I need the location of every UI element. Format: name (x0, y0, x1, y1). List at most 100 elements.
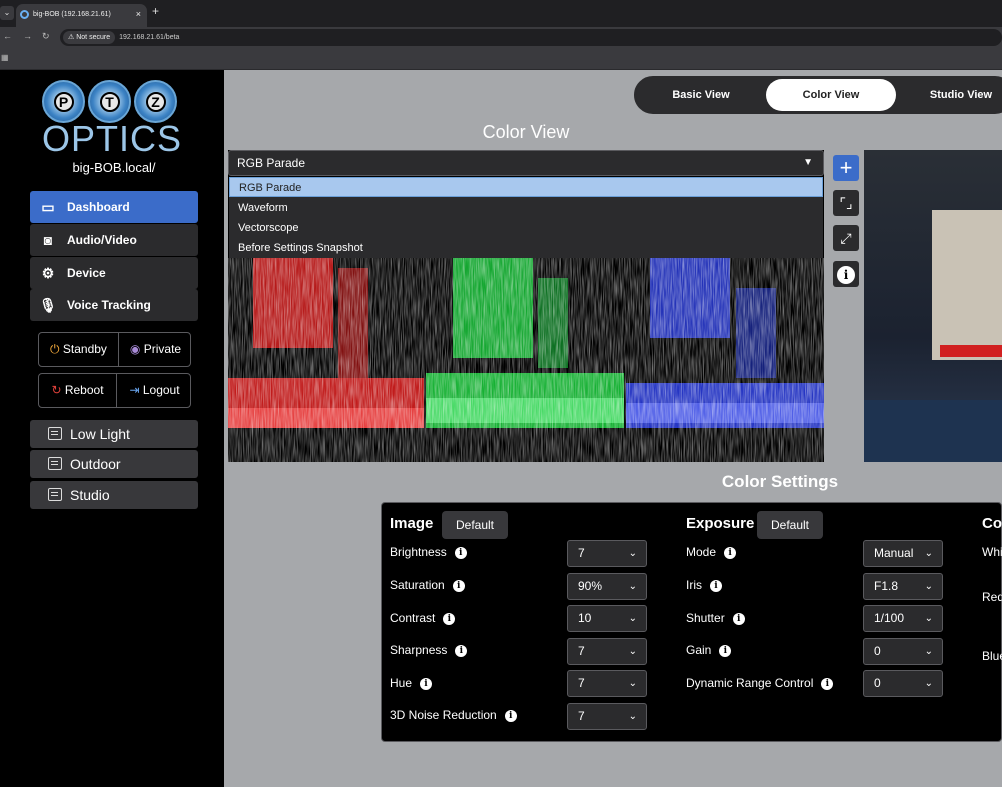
forward-icon[interactable]: → (23, 31, 32, 41)
expand-icon[interactable]: ⤢ (833, 225, 859, 251)
info-icon[interactable]: i (710, 579, 722, 592)
chevron-down-icon: ⌄ (628, 581, 637, 592)
exposure-default-button[interactable]: Default (757, 511, 823, 539)
iris-select[interactable]: F1.8 ⌄ (863, 573, 943, 600)
contrast-select[interactable]: 10 ⌄ (567, 605, 647, 632)
drc-select[interactable]: 0 ⌄ (863, 670, 943, 697)
tab-close-icon[interactable]: × (136, 4, 141, 25)
chevron-down-icon: ⌄ (924, 613, 933, 624)
mode-select[interactable]: Manual ⌄ (863, 540, 943, 567)
select-value: Manual (874, 546, 914, 560)
new-tab-icon[interactable]: + (152, 4, 159, 18)
saturation-select[interactable]: 90% ⌄ (567, 573, 647, 600)
sharpness-label: Sharpness i (390, 643, 468, 657)
add-icon[interactable]: + (833, 155, 859, 181)
preset-label: Outdoor (70, 456, 121, 472)
gain-select[interactable]: 0 ⌄ (863, 638, 943, 665)
scope-option-snapshot[interactable]: Before Settings Snapshot (229, 238, 823, 258)
contrast-label: Contrast i (390, 611, 456, 625)
chevron-down-icon: ⌄ (628, 678, 637, 689)
address-field[interactable]: ⚠ Not secure 192.168.21.61/beta (60, 29, 1002, 46)
label-text: Mode (686, 545, 717, 559)
reboot-icon: ↻ (51, 383, 62, 397)
saturation-label: Saturation i (390, 578, 465, 592)
info-icon[interactable]: i (724, 546, 737, 559)
chevron-down-icon: ⌄ (628, 548, 637, 559)
rgb-parade-scope (228, 258, 824, 462)
chevron-down-icon: ⌄ (924, 678, 933, 689)
security-text: Not secure (76, 34, 111, 41)
label-text: Gain (686, 643, 712, 657)
sidebar-item-device[interactable]: ⚙ Device (30, 257, 198, 289)
back-icon[interactable]: ← (3, 31, 12, 41)
noise-reduction-select[interactable]: 7 ⌄ (567, 703, 647, 730)
scope-type-select[interactable]: RGB Parade ▼ (228, 150, 824, 176)
select-value: 7 (578, 644, 585, 658)
logout-icon: ⇥ (129, 383, 140, 397)
select-value: F1.8 (874, 579, 899, 593)
scope-option-vectorscope[interactable]: Vectorscope (229, 218, 823, 238)
list-icon (48, 427, 62, 440)
microphone-icon: 🎙 (39, 297, 57, 313)
label-text: Brightness (390, 545, 447, 559)
security-badge[interactable]: ⚠ Not secure (63, 31, 116, 44)
sharpness-select[interactable]: 7 ⌄ (567, 638, 647, 665)
chevron-down-icon: ⌄ (628, 613, 637, 624)
sidebar-item-dashboard[interactable]: ▭ Dashboard (30, 191, 198, 223)
private-button[interactable]: ◉ Private (119, 333, 192, 366)
shutter-select[interactable]: 1/100 ⌄ (863, 605, 943, 632)
info-icon[interactable]: i (732, 612, 745, 625)
info-icon[interactable]: i (443, 612, 456, 625)
basic-view-button[interactable]: Basic View (638, 79, 764, 111)
gear-icon: ⚙ (41, 265, 55, 281)
logo-letter: P (53, 91, 74, 112)
color-section-title: Co (982, 515, 1002, 532)
info-icon[interactable]: i (719, 644, 732, 657)
list-icon (48, 457, 62, 470)
private-label: Private (143, 342, 182, 356)
shutter-label: Shutter i (686, 611, 745, 625)
label-text: 3D Noise Reduction (390, 708, 497, 722)
standby-button[interactable]: ⏻ Standby (39, 333, 118, 366)
preset-studio[interactable]: Studio (30, 481, 198, 509)
label-text: Sharpness (390, 643, 448, 657)
label-text: Shutter (686, 611, 725, 625)
preset-low-light[interactable]: Low Light (30, 420, 198, 448)
select-value: 7 (578, 676, 585, 690)
info-icon[interactable]: i (454, 546, 467, 559)
blue-gain-label: Blue (982, 649, 1002, 663)
scope-option-rgb-parade[interactable]: RGB Parade (229, 177, 823, 197)
white-balance-label: Whi (982, 545, 1002, 559)
studio-view-button[interactable]: Studio View (898, 79, 1002, 111)
reboot-button[interactable]: ↻ Reboot (39, 374, 116, 407)
brightness-select[interactable]: 7 ⌄ (567, 540, 647, 567)
info-icon[interactable]: i (833, 261, 859, 287)
color-view-button[interactable]: Color View (766, 79, 896, 111)
select-value: 7 (578, 709, 585, 723)
sidebar-item-audio-video[interactable]: ◙ Audio/Video (30, 224, 198, 256)
sidebar-item-voice-tracking[interactable]: 🎙 Voice Tracking (30, 289, 198, 321)
list-icon (48, 488, 62, 501)
browser-tab-bar: ⌄ big-BOB (192.168.21.61) × + (0, 0, 1002, 27)
apps-grid-icon[interactable]: ▦ (1, 53, 9, 62)
camera-icon: ◙ (43, 232, 53, 248)
info-icon[interactable]: i (821, 677, 834, 690)
focus-area-icon[interactable]: ⌜⌟ (833, 190, 859, 216)
eye-icon: ◉ (129, 342, 141, 356)
image-default-button[interactable]: Default (442, 511, 508, 539)
info-icon[interactable]: i (504, 709, 517, 722)
sidebar-item-label: Dashboard (67, 200, 130, 214)
info-icon[interactable]: i (455, 644, 468, 657)
logout-button[interactable]: ⇥ Logout (117, 374, 192, 407)
camera-preview (864, 150, 1002, 462)
select-value: 10 (578, 611, 592, 625)
info-icon[interactable]: i (420, 677, 433, 690)
preset-outdoor[interactable]: Outdoor (30, 450, 198, 478)
tab-menu-icon[interactable]: ⌄ (0, 6, 14, 20)
info-icon[interactable]: i (452, 579, 465, 592)
exposure-section-title: Exposure (686, 515, 755, 532)
scope-option-waveform[interactable]: Waveform (229, 198, 823, 218)
hue-select[interactable]: 7 ⌄ (567, 670, 647, 697)
browser-tab[interactable]: big-BOB (192.168.21.61) × (16, 4, 147, 27)
reload-icon[interactable]: ↻ (42, 31, 50, 42)
